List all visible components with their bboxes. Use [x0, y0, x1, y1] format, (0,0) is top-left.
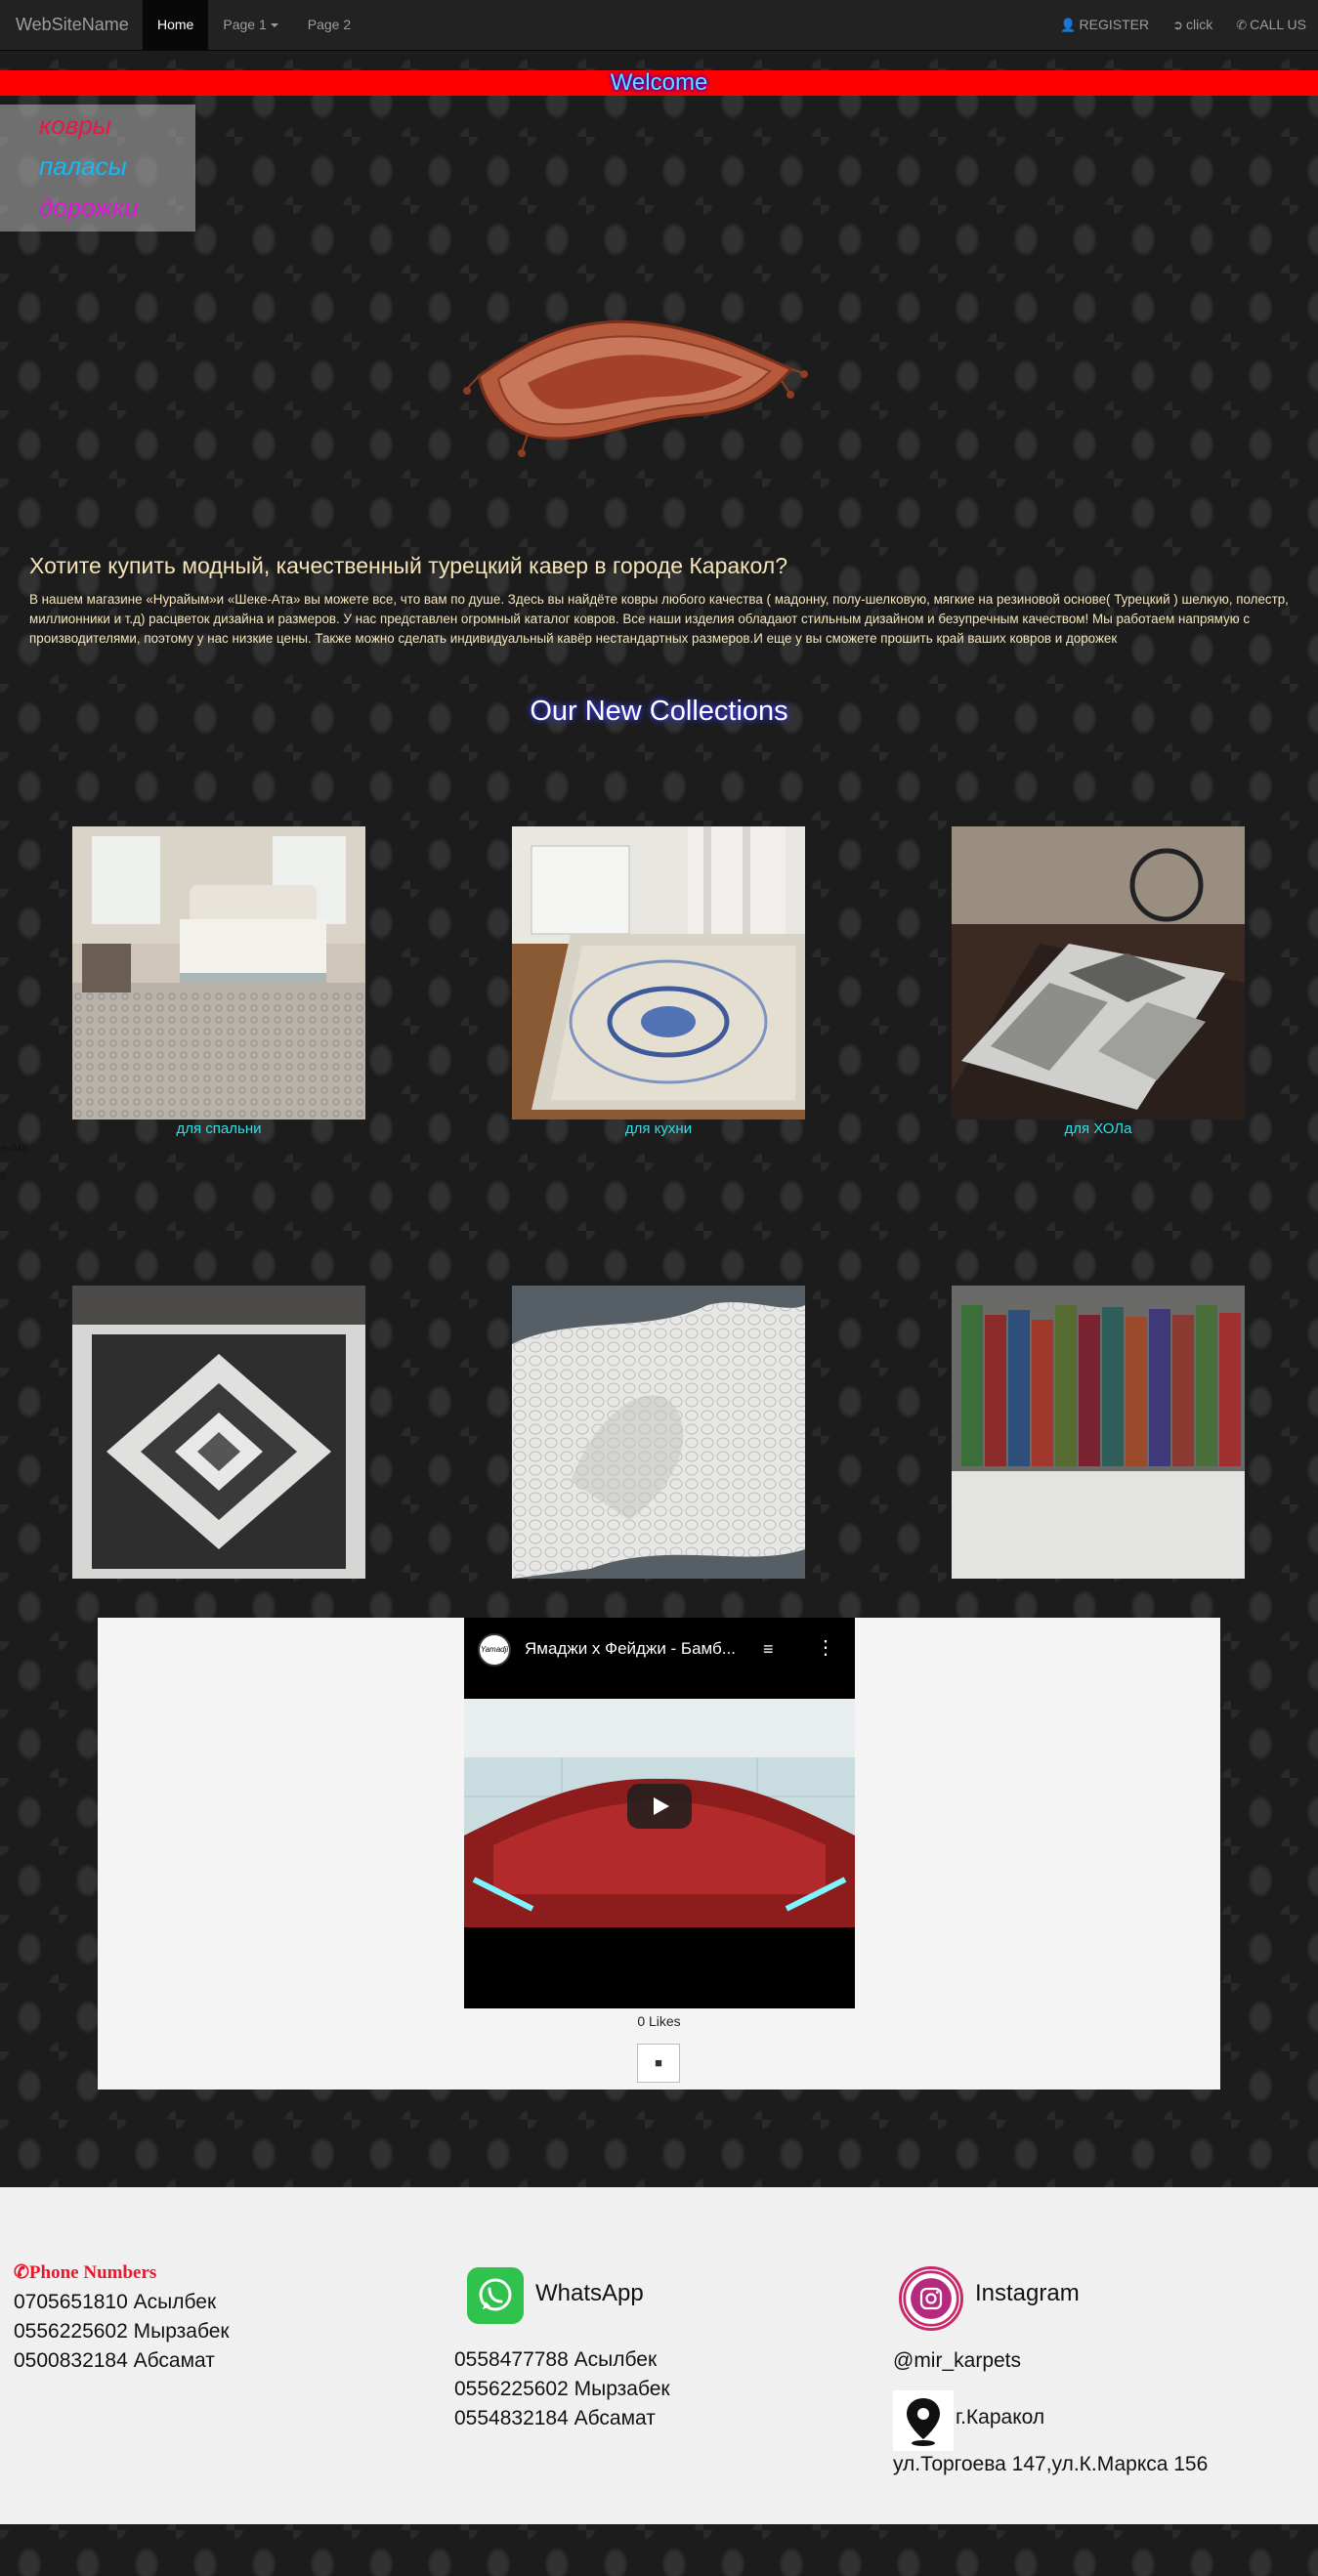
- nav-menu: Home Page 1 Page 2: [143, 0, 365, 50]
- register-label: REGISTER: [1079, 17, 1150, 32]
- category-runners[interactable]: дорожки: [39, 192, 139, 223]
- click-label: click: [1186, 17, 1213, 32]
- playlist-icon[interactable]: ≡: [763, 1639, 774, 1660]
- click-link[interactable]: ➲ click: [1161, 0, 1224, 50]
- collections-title: Our New Collections: [530, 696, 788, 727]
- bedroom-carpet-image[interactable]: [72, 826, 365, 1119]
- label-bedroom[interactable]: для спальни: [72, 1120, 365, 1137]
- video-title[interactable]: Ямаджи х Фейджи - Бамб...: [525, 1639, 736, 1659]
- label-hall[interactable]: для ХОЛа: [952, 1120, 1245, 1137]
- kitchen-carpet-image[interactable]: [512, 826, 805, 1119]
- nav-right: 👤 REGISTER ➲ click ✆ CALL US: [1048, 0, 1318, 50]
- welcome-text: Welcome: [610, 69, 708, 96]
- footer: ✆Phone Numbers 0705651810 Асылбек 055622…: [0, 2187, 1318, 2524]
- caret-down-icon: [270, 23, 278, 28]
- call-us-link[interactable]: ✆ CALL US: [1224, 0, 1318, 50]
- rolled-carpets-image[interactable]: [952, 1286, 1245, 1579]
- instagram-icon[interactable]: [899, 2266, 963, 2331]
- whatsapp-label[interactable]: WhatsApp: [535, 2280, 644, 2307]
- welcome-banner: Welcome: [0, 70, 1318, 96]
- instagram-label[interactable]: Instagram: [975, 2280, 1080, 2307]
- stray-text-2: a.: [0, 1168, 11, 1182]
- instagram-handle[interactable]: @mir_karpets: [893, 2349, 1021, 2373]
- category-carpets[interactable]: ковры: [39, 110, 111, 141]
- call-label: CALL US: [1250, 17, 1306, 32]
- hall-carpet-image[interactable]: [952, 826, 1245, 1119]
- stray-text-1: e-Ata: [0, 1141, 28, 1155]
- brand-link[interactable]: WebSiteName: [16, 15, 129, 35]
- flying-carpet-image: [463, 319, 808, 457]
- intro-paragraph: В нашем магазине «Нурайым»и «Шеке-Ата» в…: [29, 592, 1289, 646]
- whatsapp-icon[interactable]: [467, 2267, 524, 2324]
- user-icon: 👤: [1060, 18, 1077, 32]
- player-header: Yamadji Ямаджи х Фейджи - Бамб... ≡ ⋮: [464, 1618, 855, 1690]
- play-button-icon[interactable]: [627, 1784, 692, 1829]
- nav-page1-dropdown[interactable]: Page 1: [208, 0, 292, 50]
- label-kitchen[interactable]: для кухни: [512, 1120, 805, 1137]
- video-panel: Yamadji Ямаджи х Фейджи - Бамб... ≡ ⋮ 0 …: [98, 1618, 1220, 2090]
- youtube-player[interactable]: Yamadji Ямаджи х Фейджи - Бамб... ≡ ⋮: [464, 1618, 855, 2008]
- phone-icon: ✆: [14, 2262, 29, 2283]
- phone-line[interactable]: 0705651810 Асылбек: [14, 2291, 216, 2314]
- phone-line[interactable]: 0500832184 Абсамат: [14, 2349, 215, 2373]
- whatsapp-number[interactable]: 0558477788 Асылбек: [454, 2348, 657, 2372]
- location-pin-icon: [893, 2390, 954, 2451]
- address-text: ул.Торгоева 147,ул.К.Маркса 156: [893, 2453, 1209, 2475]
- nav-home[interactable]: Home: [143, 0, 209, 50]
- phone-line[interactable]: 0556225602 Мырзабек: [14, 2320, 230, 2344]
- login-icon: ➲: [1172, 18, 1184, 32]
- nav-page2[interactable]: Page 2: [293, 0, 365, 50]
- category-box: ковры паласы дорожки: [0, 105, 195, 232]
- likes-count: 0 Likes: [637, 2013, 681, 2029]
- navbar: WebSiteName Home Page 1 Page 2 👤 REGISTER…: [0, 0, 1318, 51]
- phone-numbers-title: ✆Phone Numbers: [14, 2261, 156, 2284]
- like-button[interactable]: ■: [637, 2044, 680, 2083]
- patterned-carpet-image[interactable]: [72, 1286, 365, 1579]
- nav-page1-label: Page 1: [223, 17, 267, 32]
- more-options-icon[interactable]: ⋮: [816, 1635, 835, 1660]
- phone-title-text: Phone Numbers: [28, 2262, 157, 2283]
- phone-icon: ✆: [1236, 18, 1248, 32]
- whatsapp-number[interactable]: 0556225602 Мырзабек: [454, 2378, 670, 2401]
- category-palasy[interactable]: паласы: [39, 151, 127, 182]
- channel-logo[interactable]: Yamadji: [478, 1633, 511, 1667]
- intro-heading: Хотите купить модный, качественный турец…: [29, 553, 787, 578]
- white-textured-carpet-image[interactable]: [512, 1286, 805, 1579]
- register-link[interactable]: 👤 REGISTER: [1048, 0, 1161, 50]
- city-text: г.Каракол: [956, 2406, 1045, 2428]
- whatsapp-number[interactable]: 0554832184 Абсамат: [454, 2407, 656, 2430]
